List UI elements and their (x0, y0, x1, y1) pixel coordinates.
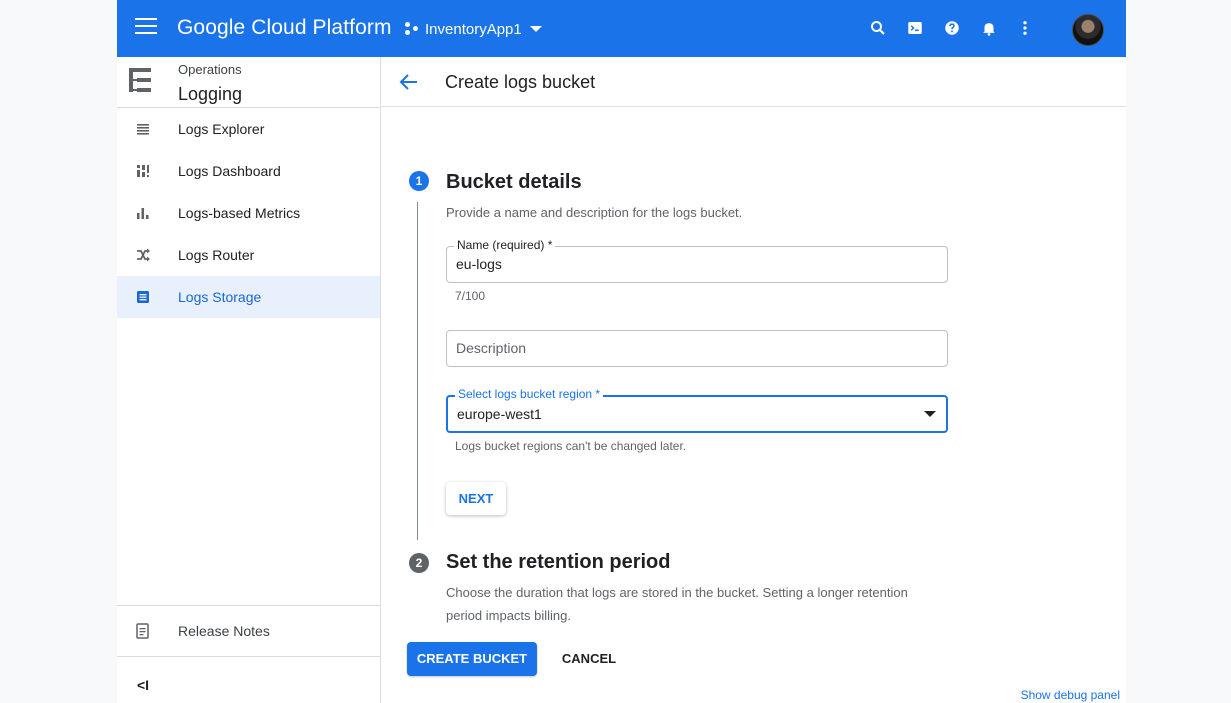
app-window: Google Cloud Platform InventoryApp1 Oper… (117, 0, 1126, 703)
sidebar-item-logs-explorer[interactable]: Logs Explorer (117, 108, 380, 150)
bucket-name-input[interactable] (456, 256, 926, 272)
cancel-button[interactable]: CANCEL (551, 642, 627, 676)
avatar[interactable] (1072, 14, 1104, 46)
bucket-name-label: Name (required) * (454, 238, 556, 252)
product-section: Operations (178, 62, 242, 77)
char-counter: 7/100 (455, 289, 486, 303)
sidebar-nav: Logs Explorer Logs Dashboard Logs-based … (117, 108, 380, 318)
step-2-hint-line-2: period impacts billing. (446, 608, 572, 623)
logging-icon (129, 68, 151, 92)
project-name: InventoryApp1 (425, 20, 522, 38)
sidebar-item-label: Logs Dashboard (178, 163, 281, 179)
sidebar-item-logs-based-metrics[interactable]: Logs-based Metrics (117, 192, 380, 234)
project-icon (405, 22, 419, 36)
description-field[interactable] (446, 330, 948, 367)
sidebar-item-label: Logs Explorer (178, 121, 265, 137)
create-bucket-button[interactable]: CREATE BUCKET (407, 642, 537, 676)
product-title: Logging (178, 84, 243, 104)
list-icon (137, 124, 149, 135)
top-bar: Google Cloud Platform InventoryApp1 (117, 0, 1126, 57)
region-select-value: europe-west1 (457, 406, 542, 422)
page-header: Create logs bucket (381, 57, 1126, 107)
back-arrow-icon[interactable] (399, 73, 419, 91)
notifications-icon[interactable] (980, 19, 998, 37)
brand-title[interactable]: Google Cloud Platform (177, 16, 392, 40)
region-select[interactable]: Select logs bucket region * europe-west1 (446, 387, 948, 433)
bar-chart-icon (137, 208, 149, 219)
main-content: Create logs bucket 1 Bucket details Prov… (381, 57, 1126, 703)
sidebar: Operations Logging Logs Explorer Logs Da… (117, 57, 381, 703)
release-notes-icon (136, 623, 149, 639)
cloud-shell-icon[interactable] (906, 19, 924, 37)
storage-icon (137, 291, 149, 303)
region-select-label: Select logs bucket region * (455, 387, 604, 401)
show-debug-panel-link[interactable]: Show debug panel (1021, 688, 1120, 702)
step-2-number: 2 (409, 553, 429, 573)
bucket-name-field[interactable]: Name (required) * (446, 238, 948, 283)
next-button[interactable]: NEXT (446, 482, 506, 515)
step-1-hint: Provide a name and description for the l… (446, 205, 743, 220)
chevron-down-icon (529, 26, 542, 32)
menu-icon[interactable] (135, 18, 157, 38)
sidebar-item-label: Logs Router (178, 247, 255, 263)
search-icon[interactable] (869, 19, 887, 37)
step-2-title: Set the retention period (446, 551, 671, 573)
step-1-title: Bucket details (446, 171, 582, 193)
description-input[interactable] (456, 340, 926, 356)
release-notes-link[interactable]: Release Notes (117, 606, 380, 657)
step-2-hint-line-1: Choose the duration that logs are stored… (446, 585, 908, 600)
step-connector (417, 202, 418, 540)
product-header: Operations Logging (117, 57, 380, 108)
sidebar-item-label: Logs Storage (178, 289, 262, 305)
release-notes-label: Release Notes (178, 623, 270, 639)
dashboard-icon (137, 165, 149, 177)
region-hint: Logs bucket regions can't be changed lat… (455, 439, 687, 453)
sidebar-item-logs-storage[interactable]: Logs Storage (117, 276, 380, 318)
step-1-number: 1 (409, 171, 429, 191)
project-selector[interactable]: InventoryApp1 (405, 18, 542, 40)
collapse-sidebar-button[interactable]: <I (137, 677, 149, 693)
page-title: Create logs bucket (445, 72, 596, 92)
sidebar-item-logs-router[interactable]: Logs Router (117, 234, 380, 276)
sidebar-item-label: Logs-based Metrics (178, 205, 301, 221)
more-vert-icon[interactable] (1016, 19, 1034, 37)
sidebar-footer: Release Notes (117, 605, 380, 657)
dropdown-arrow-icon[interactable] (924, 411, 936, 417)
router-icon (137, 248, 150, 262)
sidebar-item-logs-dashboard[interactable]: Logs Dashboard (117, 150, 380, 192)
help-icon[interactable] (943, 19, 961, 37)
